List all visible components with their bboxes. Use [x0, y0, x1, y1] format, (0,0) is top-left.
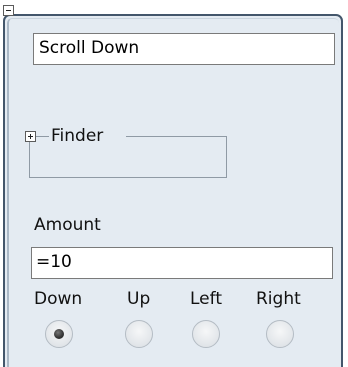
collapse-icon[interactable]	[3, 5, 14, 16]
finder-connector-line	[36, 136, 49, 137]
amount-label: Amount	[34, 215, 101, 235]
block-inner-border	[7, 18, 339, 367]
direction-radio-right[interactable]	[266, 320, 294, 348]
block-frame	[3, 14, 343, 367]
direction-radio-left[interactable]	[192, 320, 220, 348]
direction-label-right: Right	[256, 289, 301, 309]
scroll-block-panel: Scroll Down Finder Amount =10 Down Up Le…	[0, 0, 348, 367]
direction-label-down: Down	[34, 289, 83, 309]
block-title-field[interactable]: Scroll Down	[33, 33, 335, 65]
direction-radio-down[interactable]	[45, 320, 73, 348]
finder-label: Finder	[51, 126, 104, 146]
direction-radio-up[interactable]	[125, 320, 153, 348]
expand-icon[interactable]	[25, 131, 36, 142]
amount-input[interactable]: =10	[31, 247, 333, 279]
direction-label-left: Left	[190, 289, 222, 309]
direction-label-up: Up	[127, 289, 151, 309]
